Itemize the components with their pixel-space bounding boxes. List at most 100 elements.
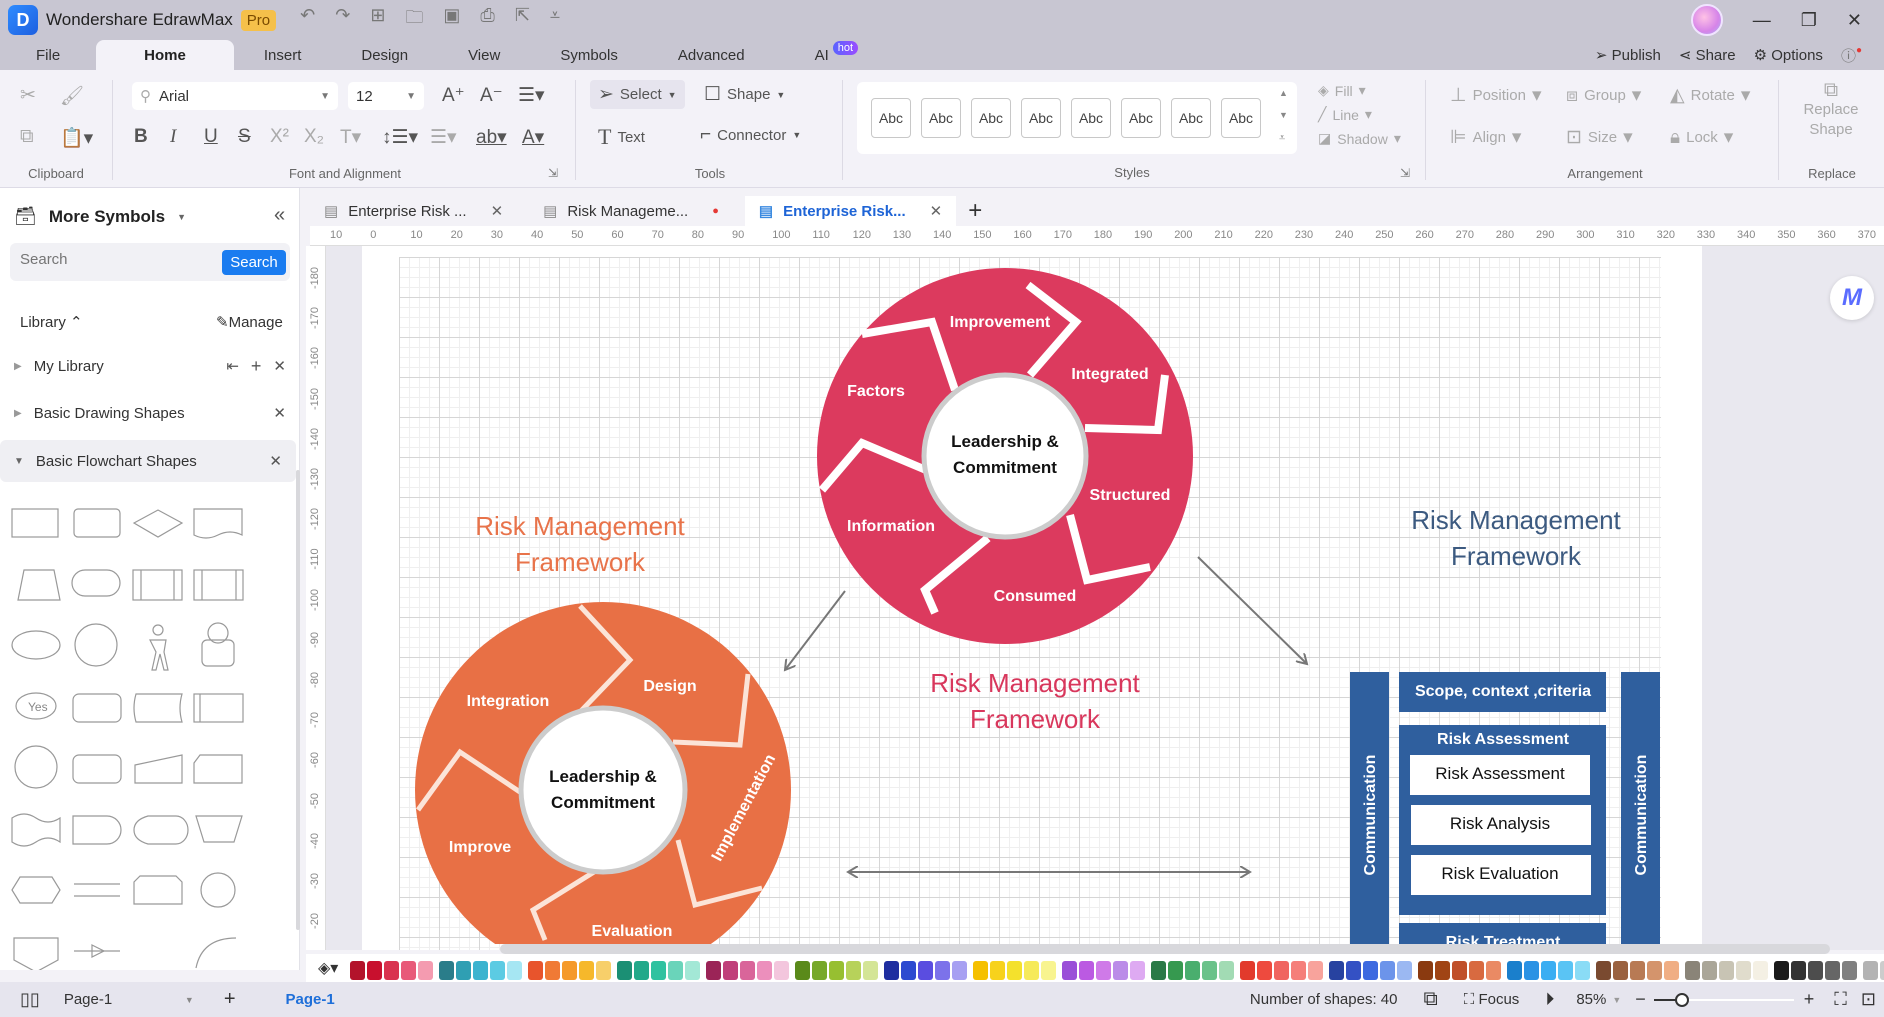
color-swatch[interactable] (579, 960, 594, 980)
color-swatch[interactable] (795, 960, 810, 980)
fullscreen-icon[interactable]: ⊡ (1861, 989, 1876, 1010)
color-swatch[interactable] (1753, 960, 1768, 980)
color-swatch[interactable] (1363, 960, 1378, 980)
color-swatch[interactable] (1257, 960, 1272, 980)
blue-process-diagram[interactable]: Communication Communication Scope, conte… (1350, 672, 1660, 950)
color-swatch[interactable] (1151, 960, 1166, 980)
color-swatch[interactable] (884, 960, 899, 980)
zoom-out-icon[interactable]: − (1635, 989, 1646, 1010)
color-swatch[interactable] (1329, 960, 1344, 980)
color-swatch[interactable] (367, 960, 382, 980)
focus-button[interactable]: ⛶ Focus (1464, 991, 1520, 1008)
color-swatch[interactable] (473, 960, 488, 980)
color-swatch[interactable] (1863, 960, 1878, 980)
color-swatch[interactable] (1113, 960, 1128, 980)
add-page-icon[interactable]: + (224, 988, 236, 1011)
color-swatch[interactable] (634, 960, 649, 980)
color-swatch[interactable] (562, 960, 577, 980)
fit-page-icon[interactable]: ⛶ (1834, 989, 1847, 1010)
color-swatch[interactable] (1062, 960, 1077, 980)
color-swatch[interactable] (901, 960, 916, 980)
color-swatch[interactable] (774, 960, 789, 980)
color-swatch[interactable] (1469, 960, 1484, 980)
color-swatch[interactable] (1452, 960, 1467, 980)
color-swatch[interactable] (490, 960, 505, 980)
color-swatch[interactable] (935, 960, 950, 980)
color-swatch[interactable] (528, 960, 543, 980)
color-swatch[interactable] (1435, 960, 1450, 980)
color-swatch[interactable] (545, 960, 560, 980)
layers-icon[interactable]: ⧉ (1423, 988, 1437, 1011)
color-swatch[interactable] (1079, 960, 1094, 980)
color-swatch[interactable] (740, 960, 755, 980)
color-swatch[interactable] (863, 960, 878, 980)
color-swatch[interactable] (1808, 960, 1823, 980)
color-swatch[interactable] (1024, 960, 1039, 980)
color-swatch[interactable] (1007, 960, 1022, 980)
color-swatch[interactable] (685, 960, 700, 980)
color-swatch[interactable] (1825, 960, 1840, 980)
color-swatch[interactable] (1774, 960, 1789, 980)
color-swatch[interactable] (990, 960, 1005, 980)
color-swatch[interactable] (812, 960, 827, 980)
color-swatch[interactable] (1168, 960, 1183, 980)
color-swatch[interactable] (846, 960, 861, 980)
color-swatch[interactable] (418, 960, 433, 980)
color-swatch[interactable] (1308, 960, 1323, 980)
color-swatch[interactable] (350, 960, 365, 980)
fill-color-picker-icon[interactable]: ◈▾ (318, 958, 338, 978)
color-swatch[interactable] (1541, 960, 1556, 980)
color-swatch[interactable] (1685, 960, 1700, 980)
red-cycle-wheel[interactable]: Improvement Integrated Structured Consum… (817, 268, 1193, 644)
play-icon[interactable]: ⏵ (1545, 989, 1554, 1010)
color-swatch[interactable] (507, 960, 522, 980)
orange-cycle-wheel[interactable]: Design Implementation Evaluation Improve… (415, 602, 791, 950)
color-swatch[interactable] (384, 960, 399, 980)
color-swatch[interactable] (1791, 960, 1806, 980)
color-swatch[interactable] (952, 960, 967, 980)
horizontal-scrollbar[interactable] (500, 944, 1830, 954)
color-swatch[interactable] (1507, 960, 1522, 980)
color-swatch[interactable] (1346, 960, 1361, 980)
color-swatch[interactable] (1524, 960, 1539, 980)
color-swatch[interactable] (1202, 960, 1217, 980)
color-swatch[interactable] (1647, 960, 1662, 980)
color-swatch[interactable] (1185, 960, 1200, 980)
page-tab[interactable]: Page-1 (286, 991, 335, 1008)
page-panel-toggle-icon[interactable]: ▯▯ (20, 989, 40, 1010)
color-swatch[interactable] (1486, 960, 1501, 980)
color-swatch[interactable] (1219, 960, 1234, 980)
color-swatch[interactable] (1702, 960, 1717, 980)
color-swatch[interactable] (757, 960, 772, 980)
color-swatch[interactable] (829, 960, 844, 980)
color-swatch[interactable] (1575, 960, 1590, 980)
color-swatch[interactable] (1736, 960, 1751, 980)
color-swatch[interactable] (439, 960, 454, 980)
color-swatch[interactable] (456, 960, 471, 980)
color-swatch[interactable] (1240, 960, 1255, 980)
arrow-connector[interactable] (1197, 556, 1307, 664)
color-swatch[interactable] (1041, 960, 1056, 980)
color-swatch[interactable] (1880, 960, 1884, 980)
color-swatch[interactable] (596, 960, 611, 980)
color-swatch[interactable] (1719, 960, 1734, 980)
color-swatch[interactable] (617, 960, 632, 980)
arrow-connector[interactable] (785, 590, 846, 670)
color-swatch[interactable] (668, 960, 683, 980)
color-swatch[interactable] (1418, 960, 1433, 980)
color-swatch[interactable] (1380, 960, 1395, 980)
color-swatch[interactable] (1397, 960, 1412, 980)
color-swatch[interactable] (1558, 960, 1573, 980)
color-swatch[interactable] (973, 960, 988, 980)
color-swatch[interactable] (401, 960, 416, 980)
color-swatch[interactable] (1596, 960, 1611, 980)
panel-scrollbar[interactable] (296, 470, 300, 930)
color-swatch[interactable] (1842, 960, 1857, 980)
color-swatch[interactable] (1630, 960, 1645, 980)
color-swatch[interactable] (1664, 960, 1679, 980)
ai-assistant-icon[interactable]: M (1830, 276, 1874, 320)
color-swatch[interactable] (1274, 960, 1289, 980)
zoom-slider-handle[interactable] (1674, 992, 1689, 1007)
color-swatch[interactable] (723, 960, 738, 980)
zoom-slider[interactable] (1653, 992, 1794, 1007)
